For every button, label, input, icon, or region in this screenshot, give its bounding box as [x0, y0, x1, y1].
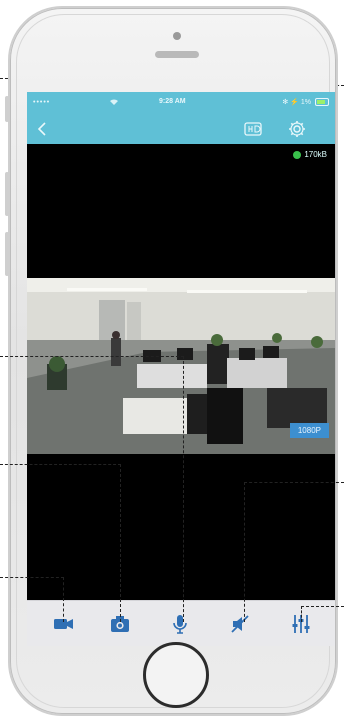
speaker-mute-button[interactable]: [228, 612, 252, 636]
annotation-line-video: [0, 356, 184, 357]
battery-icon: [315, 98, 329, 106]
annotation-line-video-drop: [183, 356, 184, 622]
hd-quality-icon: [244, 122, 262, 136]
annotation-line-mute: [244, 482, 344, 483]
front-camera: [173, 32, 181, 40]
control-toolbar: [27, 600, 335, 646]
connection-status-dot: [293, 150, 302, 159]
status-time: 9:28 AM: [159, 98, 186, 105]
volume-up-button: [5, 172, 9, 216]
gear-icon: [289, 121, 305, 137]
chevron-left-icon: [37, 122, 46, 136]
office-scene-image: [27, 278, 335, 454]
annotation-line-equalizer-drop: [301, 606, 302, 622]
back-button[interactable]: [35, 121, 51, 137]
home-button[interactable]: [143, 642, 209, 708]
settings-button[interactable]: [287, 119, 307, 139]
volume-down-button: [5, 232, 9, 276]
hd-quality-button[interactable]: [243, 120, 263, 138]
stage: ••••• 9:28 AM ✻ ⚡ 1% 170kB 1080P: [0, 0, 344, 719]
app-screen: ••••• 9:28 AM ✻ ⚡ 1% 170kB 1080P: [27, 92, 335, 646]
resolution-badge[interactable]: 1080P: [289, 423, 329, 438]
annotation-line-equalizer: [301, 606, 344, 607]
annotation-line-record: [0, 577, 64, 578]
nav-bar: [27, 114, 335, 144]
live-video-feed[interactable]: 1080P: [27, 278, 335, 454]
status-bar: ••••• 9:28 AM ✻ ⚡ 1%: [27, 92, 335, 114]
signal-indicator: •••••: [33, 99, 51, 106]
annotation-line-record-drop: [63, 577, 64, 622]
status-extra-icons: ✻ ⚡ 1%: [282, 99, 311, 106]
bitrate-value: 170kB: [304, 150, 327, 159]
bitrate-indicator: 170kB: [293, 150, 327, 159]
microphone-icon: [173, 615, 187, 634]
wifi-icon: [109, 98, 119, 108]
mute-switch: [5, 96, 9, 122]
annotation-line-snapshot-drop: [120, 464, 121, 622]
earpiece-speaker: [155, 51, 199, 58]
annotation-line-snapshot: [0, 464, 121, 465]
speaker-mute-icon: [231, 615, 249, 633]
annotation-line-mute-drop: [244, 482, 245, 622]
microphone-button[interactable]: [168, 612, 192, 636]
